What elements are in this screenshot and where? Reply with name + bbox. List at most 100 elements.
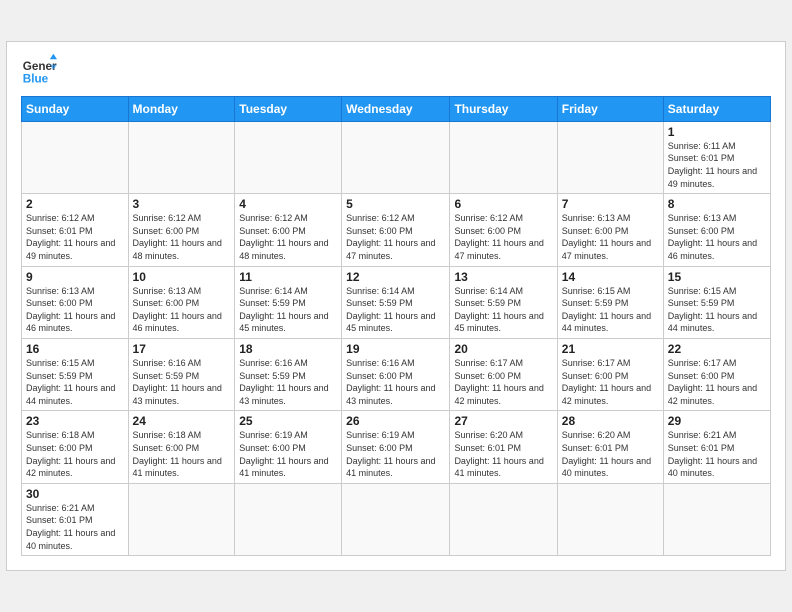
table-row: 29 Sunrise: 6:21 AMSunset: 6:01 PMDaylig… (663, 411, 770, 483)
table-row (557, 483, 663, 555)
table-row: 19 Sunrise: 6:16 AMSunset: 6:00 PMDaylig… (342, 339, 450, 411)
day-number: 22 (668, 342, 766, 356)
day-info: Sunrise: 6:12 AMSunset: 6:00 PMDaylight:… (133, 212, 231, 262)
day-number: 23 (26, 414, 124, 428)
calendar-header: General Blue (21, 52, 771, 88)
day-info: Sunrise: 6:11 AMSunset: 6:01 PMDaylight:… (668, 140, 766, 190)
table-row: 4 Sunrise: 6:12 AMSunset: 6:00 PMDayligh… (235, 194, 342, 266)
table-row: 10 Sunrise: 6:13 AMSunset: 6:00 PMDaylig… (128, 266, 235, 338)
day-info: Sunrise: 6:20 AMSunset: 6:01 PMDaylight:… (454, 429, 552, 479)
table-row: 9 Sunrise: 6:13 AMSunset: 6:00 PMDayligh… (22, 266, 129, 338)
day-number: 27 (454, 414, 552, 428)
table-row: 17 Sunrise: 6:16 AMSunset: 5:59 PMDaylig… (128, 339, 235, 411)
table-row: 25 Sunrise: 6:19 AMSunset: 6:00 PMDaylig… (235, 411, 342, 483)
day-number: 1 (668, 125, 766, 139)
weekday-header-row: Sunday Monday Tuesday Wednesday Thursday… (22, 96, 771, 121)
calendar-row: 9 Sunrise: 6:13 AMSunset: 6:00 PMDayligh… (22, 266, 771, 338)
day-info: Sunrise: 6:17 AMSunset: 6:00 PMDaylight:… (668, 357, 766, 407)
table-row: 5 Sunrise: 6:12 AMSunset: 6:00 PMDayligh… (342, 194, 450, 266)
day-number: 16 (26, 342, 124, 356)
table-row: 21 Sunrise: 6:17 AMSunset: 6:00 PMDaylig… (557, 339, 663, 411)
day-number: 4 (239, 197, 337, 211)
header-thursday: Thursday (450, 96, 557, 121)
table-row (450, 121, 557, 193)
day-number: 26 (346, 414, 445, 428)
table-row: 20 Sunrise: 6:17 AMSunset: 6:00 PMDaylig… (450, 339, 557, 411)
day-info: Sunrise: 6:17 AMSunset: 6:00 PMDaylight:… (454, 357, 552, 407)
table-row: 13 Sunrise: 6:14 AMSunset: 5:59 PMDaylig… (450, 266, 557, 338)
table-row: 8 Sunrise: 6:13 AMSunset: 6:00 PMDayligh… (663, 194, 770, 266)
table-row: 12 Sunrise: 6:14 AMSunset: 5:59 PMDaylig… (342, 266, 450, 338)
header-wednesday: Wednesday (342, 96, 450, 121)
table-row (235, 483, 342, 555)
table-row (128, 121, 235, 193)
day-number: 9 (26, 270, 124, 284)
table-row: 7 Sunrise: 6:13 AMSunset: 6:00 PMDayligh… (557, 194, 663, 266)
table-row: 15 Sunrise: 6:15 AMSunset: 5:59 PMDaylig… (663, 266, 770, 338)
day-number: 30 (26, 487, 124, 501)
day-number: 13 (454, 270, 552, 284)
table-row: 11 Sunrise: 6:14 AMSunset: 5:59 PMDaylig… (235, 266, 342, 338)
day-info: Sunrise: 6:18 AMSunset: 6:00 PMDaylight:… (26, 429, 124, 479)
svg-text:Blue: Blue (23, 72, 49, 85)
table-row (557, 121, 663, 193)
calendar-row: 30 Sunrise: 6:21 AMSunset: 6:01 PMDaylig… (22, 483, 771, 555)
day-info: Sunrise: 6:16 AMSunset: 5:59 PMDaylight:… (239, 357, 337, 407)
day-info: Sunrise: 6:21 AMSunset: 6:01 PMDaylight:… (26, 502, 124, 552)
table-row: 26 Sunrise: 6:19 AMSunset: 6:00 PMDaylig… (342, 411, 450, 483)
calendar-row: 1 Sunrise: 6:11 AMSunset: 6:01 PMDayligh… (22, 121, 771, 193)
table-row (663, 483, 770, 555)
calendar-row: 2 Sunrise: 6:12 AMSunset: 6:01 PMDayligh… (22, 194, 771, 266)
day-info: Sunrise: 6:12 AMSunset: 6:00 PMDaylight:… (454, 212, 552, 262)
day-number: 5 (346, 197, 445, 211)
day-number: 8 (668, 197, 766, 211)
day-number: 25 (239, 414, 337, 428)
table-row: 14 Sunrise: 6:15 AMSunset: 5:59 PMDaylig… (557, 266, 663, 338)
day-info: Sunrise: 6:13 AMSunset: 6:00 PMDaylight:… (668, 212, 766, 262)
header-saturday: Saturday (663, 96, 770, 121)
table-row: 30 Sunrise: 6:21 AMSunset: 6:01 PMDaylig… (22, 483, 129, 555)
day-number: 17 (133, 342, 231, 356)
table-row: 27 Sunrise: 6:20 AMSunset: 6:01 PMDaylig… (450, 411, 557, 483)
day-number: 21 (562, 342, 659, 356)
table-row: 6 Sunrise: 6:12 AMSunset: 6:00 PMDayligh… (450, 194, 557, 266)
day-info: Sunrise: 6:13 AMSunset: 6:00 PMDaylight:… (133, 285, 231, 335)
day-info: Sunrise: 6:15 AMSunset: 5:59 PMDaylight:… (26, 357, 124, 407)
table-row: 22 Sunrise: 6:17 AMSunset: 6:00 PMDaylig… (663, 339, 770, 411)
table-row (22, 121, 129, 193)
table-row: 23 Sunrise: 6:18 AMSunset: 6:00 PMDaylig… (22, 411, 129, 483)
day-info: Sunrise: 6:15 AMSunset: 5:59 PMDaylight:… (562, 285, 659, 335)
day-info: Sunrise: 6:21 AMSunset: 6:01 PMDaylight:… (668, 429, 766, 479)
day-number: 18 (239, 342, 337, 356)
day-info: Sunrise: 6:16 AMSunset: 6:00 PMDaylight:… (346, 357, 445, 407)
day-number: 7 (562, 197, 659, 211)
day-number: 6 (454, 197, 552, 211)
day-info: Sunrise: 6:17 AMSunset: 6:00 PMDaylight:… (562, 357, 659, 407)
day-info: Sunrise: 6:16 AMSunset: 5:59 PMDaylight:… (133, 357, 231, 407)
day-info: Sunrise: 6:19 AMSunset: 6:00 PMDaylight:… (239, 429, 337, 479)
day-info: Sunrise: 6:19 AMSunset: 6:00 PMDaylight:… (346, 429, 445, 479)
day-info: Sunrise: 6:14 AMSunset: 5:59 PMDaylight:… (239, 285, 337, 335)
day-number: 29 (668, 414, 766, 428)
day-number: 20 (454, 342, 552, 356)
header-sunday: Sunday (22, 96, 129, 121)
header-tuesday: Tuesday (235, 96, 342, 121)
table-row (235, 121, 342, 193)
logo: General Blue (21, 52, 61, 88)
day-number: 10 (133, 270, 231, 284)
day-info: Sunrise: 6:13 AMSunset: 6:00 PMDaylight:… (26, 285, 124, 335)
day-number: 12 (346, 270, 445, 284)
day-number: 2 (26, 197, 124, 211)
day-info: Sunrise: 6:15 AMSunset: 5:59 PMDaylight:… (668, 285, 766, 335)
day-number: 28 (562, 414, 659, 428)
day-number: 3 (133, 197, 231, 211)
table-row (450, 483, 557, 555)
table-row: 24 Sunrise: 6:18 AMSunset: 6:00 PMDaylig… (128, 411, 235, 483)
day-number: 19 (346, 342, 445, 356)
table-row: 2 Sunrise: 6:12 AMSunset: 6:01 PMDayligh… (22, 194, 129, 266)
calendar-container: General Blue Sunday Monday Tuesday Wedne… (6, 41, 786, 571)
day-info: Sunrise: 6:12 AMSunset: 6:00 PMDaylight:… (346, 212, 445, 262)
calendar-table: Sunday Monday Tuesday Wednesday Thursday… (21, 96, 771, 556)
header-monday: Monday (128, 96, 235, 121)
table-row (342, 121, 450, 193)
